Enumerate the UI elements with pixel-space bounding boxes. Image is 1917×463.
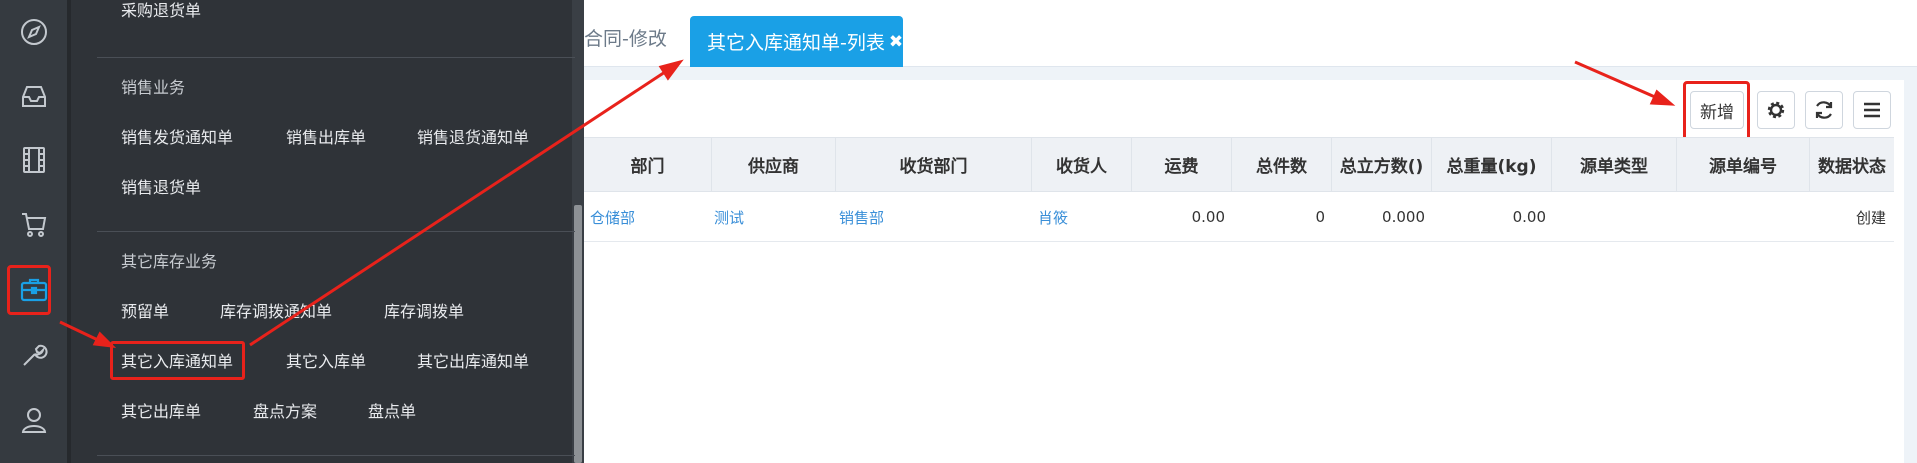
film-icon[interactable]: [0, 128, 67, 192]
user-icon[interactable]: [0, 388, 67, 452]
refresh-icon: [1815, 101, 1833, 119]
active-rail-highlight: [7, 265, 51, 315]
columns-button[interactable]: [1853, 91, 1891, 129]
menu-heading-other-inventory: 其它库存业务: [121, 252, 218, 271]
wrench-icon[interactable]: [0, 323, 67, 387]
menu-item-stocktake[interactable]: 盘点单: [368, 398, 416, 422]
col-volume[interactable]: 总立方数(): [1332, 137, 1432, 192]
close-icon[interactable]: ✖: [889, 32, 903, 52]
menu-divider: [97, 231, 575, 232]
refresh-button[interactable]: [1805, 91, 1843, 129]
menu-item-sales-return-notice[interactable]: 销售退货通知单: [417, 124, 529, 148]
icon-rail: [0, 0, 67, 463]
list-menu-icon: [1864, 102, 1880, 118]
gear-icon: [1767, 101, 1785, 119]
col-weight[interactable]: 总重量(kg): [1432, 137, 1552, 192]
compass-icon[interactable]: [0, 0, 67, 64]
cell-supplier[interactable]: 测试: [714, 192, 744, 242]
tab-other-inbound-notice-list[interactable]: 其它入库通知单-列表 ✖: [690, 16, 903, 67]
col-src-no[interactable]: 源单编号: [1677, 137, 1810, 192]
col-src-type[interactable]: 源单类型: [1552, 137, 1677, 192]
menu-heading-sales: 销售业务: [121, 78, 186, 97]
col-recv-dept[interactable]: 收货部门: [836, 137, 1032, 192]
settings-button[interactable]: [1757, 91, 1795, 129]
menu-divider: [97, 57, 575, 58]
cell-weight: 0.00: [1512, 208, 1546, 226]
cell-volume: 0.000: [1382, 208, 1425, 226]
cell-recv-dept[interactable]: 销售部: [839, 192, 884, 242]
menu-item-purchase-return[interactable]: 采购退货单: [121, 0, 201, 21]
menu-item-sales-return[interactable]: 销售退货单: [121, 174, 201, 198]
col-dept[interactable]: 部门: [584, 137, 712, 192]
col-supplier[interactable]: 供应商: [712, 137, 836, 192]
menu-item-other-inbound[interactable]: 其它入库单: [286, 348, 366, 372]
menu-item-sales-outbound[interactable]: 销售出库单: [286, 124, 366, 148]
menu-item-stocktake-plan[interactable]: 盘点方案: [253, 398, 317, 422]
cart-icon[interactable]: [0, 192, 67, 256]
menu-item-sales-delivery-notice[interactable]: 销售发货通知单: [121, 124, 233, 148]
menu-item-transfer-notice[interactable]: 库存调拨通知单: [220, 298, 332, 322]
col-status[interactable]: 数据状态: [1810, 137, 1894, 192]
scrollbar-thumb[interactable]: [574, 205, 582, 463]
menu-item-highlight: [110, 341, 245, 380]
col-freight[interactable]: 运费: [1132, 137, 1232, 192]
cell-receiver[interactable]: 肖筱: [1038, 192, 1068, 242]
tab-contract-edit[interactable]: 合同-修改: [584, 24, 667, 51]
menu-item-other-outbound-notice[interactable]: 其它出库通知单: [417, 348, 529, 372]
menu-divider: [97, 455, 575, 456]
col-pieces[interactable]: 总件数: [1232, 137, 1332, 192]
tab-label: 其它入库通知单-列表: [707, 32, 885, 54]
cell-status: 创建: [1855, 208, 1886, 227]
add-button[interactable]: 新增: [1690, 91, 1744, 129]
cell-dept[interactable]: 仓储部: [590, 192, 635, 242]
menu-item-reservation[interactable]: 预留单: [121, 298, 169, 322]
menu-item-transfer[interactable]: 库存调拨单: [384, 298, 464, 322]
menu-item-other-outbound[interactable]: 其它出库单: [121, 398, 201, 422]
cell-pieces: 0: [1315, 208, 1325, 226]
col-receiver[interactable]: 收货人: [1032, 137, 1132, 192]
inbox-icon[interactable]: [0, 64, 67, 128]
cell-freight: 0.00: [1191, 208, 1225, 226]
